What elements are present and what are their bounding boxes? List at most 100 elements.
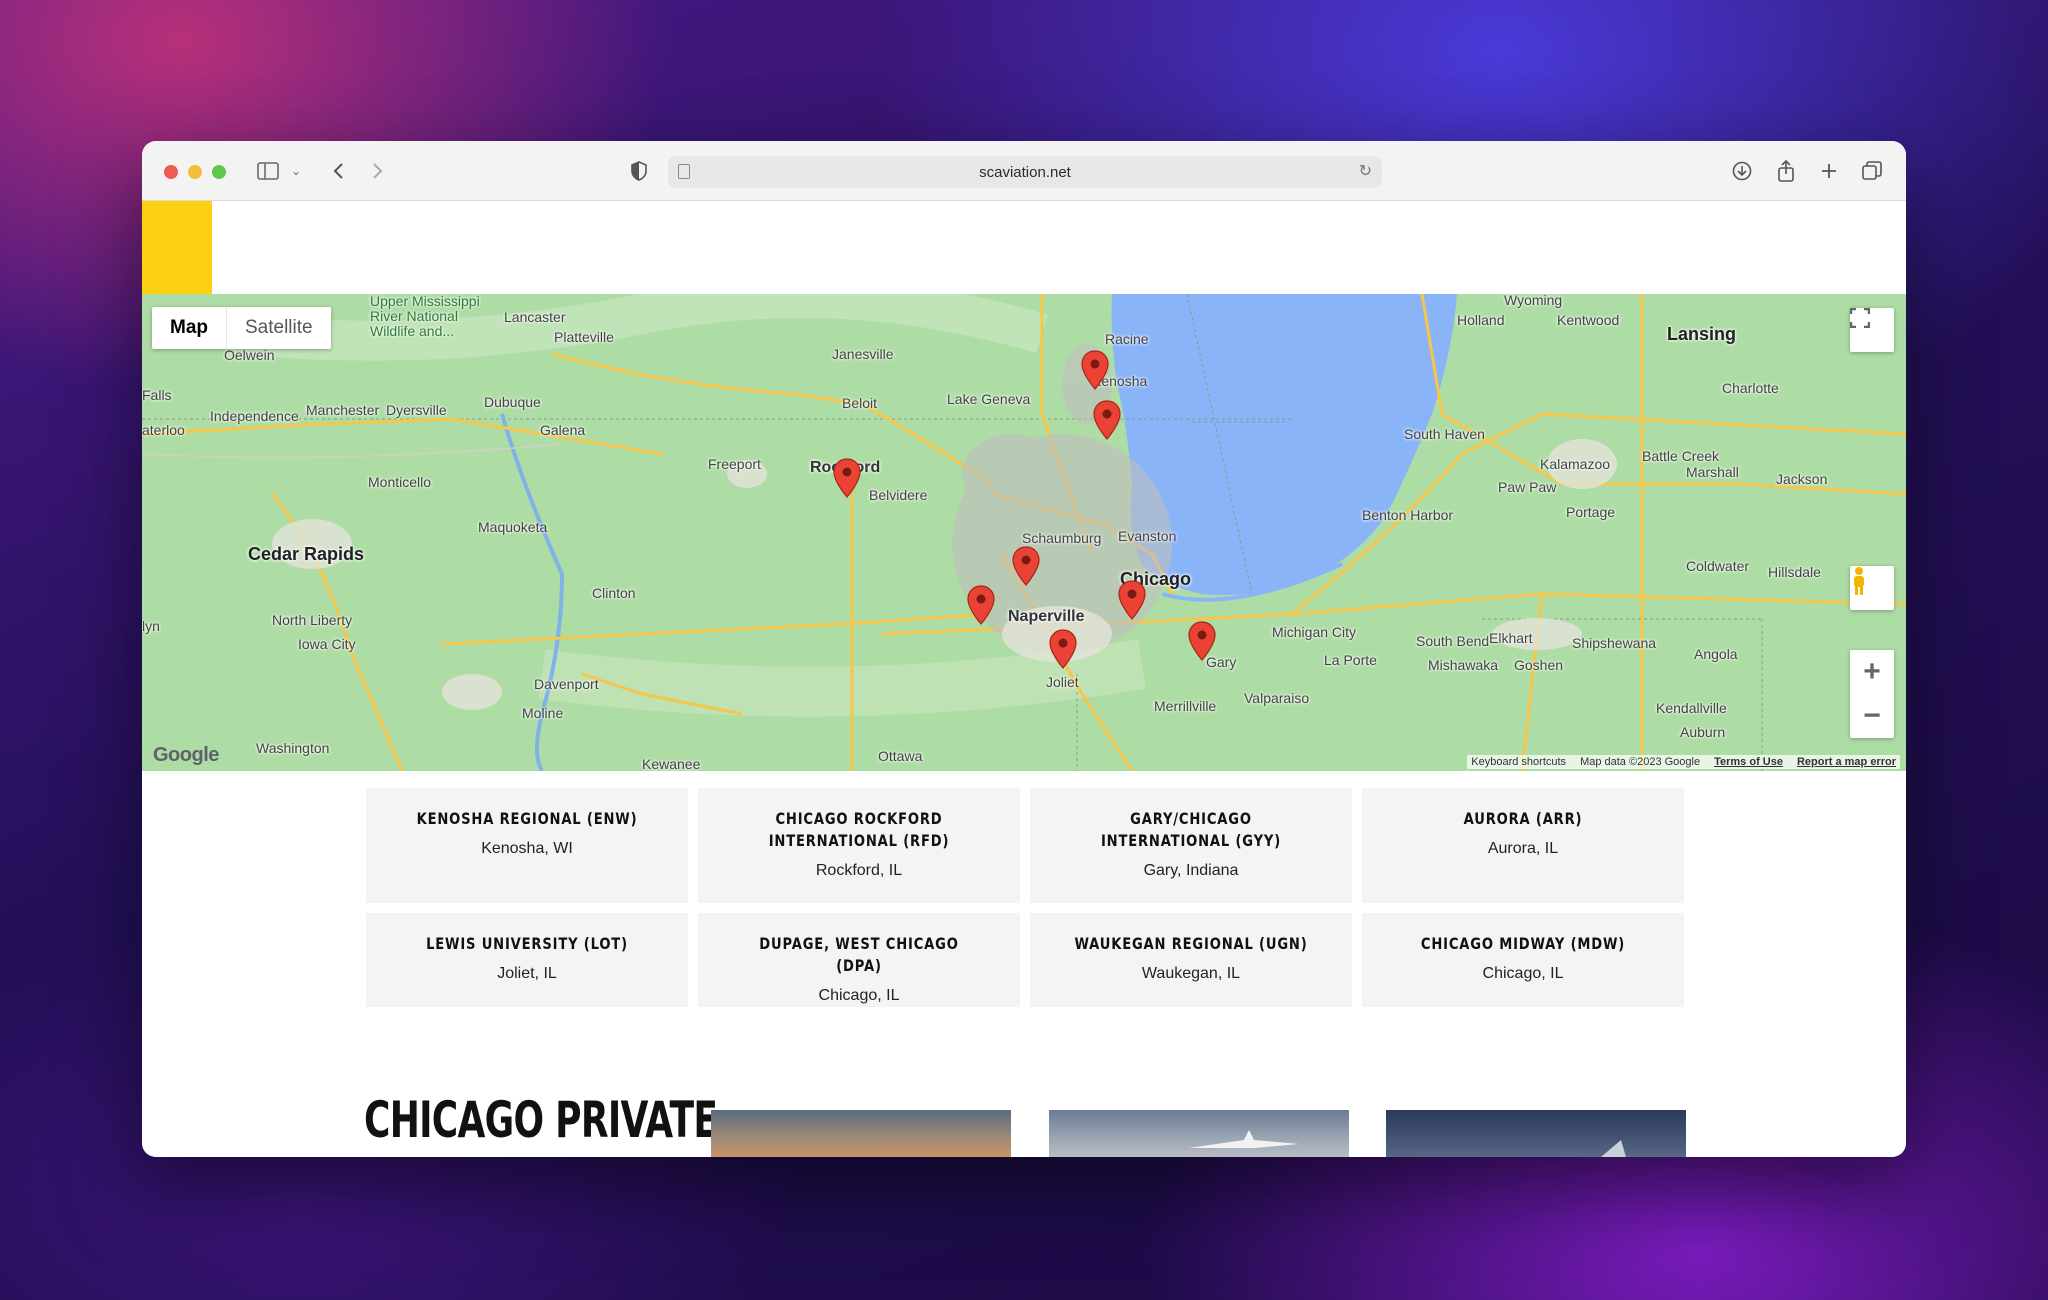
fullscreen-icon[interactable] xyxy=(1850,308,1894,352)
map-label: Iowa City xyxy=(298,636,356,652)
zoom-control: + − xyxy=(1850,650,1894,738)
address-bar[interactable]: scaviation.net ↻ xyxy=(668,156,1382,188)
page-icon xyxy=(678,164,690,179)
map-label: Naperville xyxy=(1008,608,1085,625)
download-icon[interactable] xyxy=(1728,157,1756,185)
back-icon[interactable] xyxy=(324,157,352,185)
airport-name: LEWIS UNIVERSITY (LOT) xyxy=(426,934,628,953)
airport-location: Aurora, IL xyxy=(1487,840,1559,857)
airport-marker[interactable] xyxy=(1092,400,1122,440)
privacy-shield-icon[interactable] xyxy=(625,157,653,185)
close-window-button[interactable] xyxy=(164,165,178,179)
jet-photo-thumbnail[interactable] xyxy=(1386,1110,1686,1157)
airport-card[interactable]: CHICAGO MIDWAY (MDW) Chicago, IL xyxy=(1362,913,1684,1007)
airport-map[interactable]: Lansing Wyoming Holland Kentwood Racine … xyxy=(142,294,1906,771)
google-logo: Google xyxy=(153,744,219,766)
zoom-out-button[interactable]: − xyxy=(1850,694,1894,738)
map-label: Evanston xyxy=(1118,528,1177,544)
map-label: North Liberty xyxy=(272,612,353,628)
map-label: Clinton xyxy=(592,585,636,601)
map-label: Charlotte xyxy=(1722,380,1779,396)
airport-name: WAUKEGAN REGIONAL (UGN) xyxy=(1074,934,1308,953)
map-label: Moline xyxy=(522,705,564,721)
logo-block[interactable] xyxy=(142,201,212,294)
map-label: Washington xyxy=(256,740,330,756)
maximize-window-button[interactable] xyxy=(212,165,226,179)
map-label: Falls xyxy=(142,387,172,403)
sidebar-icon[interactable] xyxy=(254,157,282,185)
tab-overview-icon[interactable] xyxy=(1858,157,1886,185)
map-label: Kalamazoo xyxy=(1540,456,1611,472)
airport-location: Chicago, IL xyxy=(818,987,900,1004)
report-map-error-link[interactable]: Report a map error xyxy=(1797,756,1896,768)
airport-marker[interactable] xyxy=(966,585,996,625)
airport-grid: KENOSHA REGIONAL (ENW) Kenosha, WI CHICA… xyxy=(366,788,1686,1007)
map-label: Marshall xyxy=(1686,464,1739,480)
airport-location: Waukegan, IL xyxy=(1141,965,1241,982)
map-label: Michigan City xyxy=(1272,624,1357,640)
airport-name: KENOSHA REGIONAL (ENW) xyxy=(416,809,638,828)
browser-toolbar: ⌄ scaviation.net ↻ xyxy=(142,141,1906,201)
map-label: Lansing xyxy=(1667,324,1737,344)
map-label: Maquoketa xyxy=(478,519,548,535)
jet-photo-thumbnail[interactable] xyxy=(711,1110,1011,1157)
map-label: Upper Mississippi River National Wildlif… xyxy=(370,294,480,339)
airport-name: CHICAGO MIDWAY (MDW) xyxy=(1420,934,1626,953)
airport-location: Chicago, IL xyxy=(1482,965,1564,982)
airport-location: Rockford, IL xyxy=(815,862,903,879)
airport-marker[interactable] xyxy=(832,458,862,498)
airport-marker[interactable] xyxy=(1187,621,1217,661)
share-icon[interactable] xyxy=(1772,157,1800,185)
chevron-down-icon[interactable]: ⌄ xyxy=(282,157,310,185)
map-label: Goshen xyxy=(1514,657,1564,673)
jet-photo-thumbnail[interactable] xyxy=(1049,1110,1349,1157)
map-data-text: Map data ©2023 Google xyxy=(1580,756,1701,768)
airport-card[interactable]: WAUKEGAN REGIONAL (UGN) Waukegan, IL xyxy=(1030,913,1352,1007)
airport-card[interactable]: CHICAGO ROCKFORD INTERNATIONAL (RFD) Roc… xyxy=(698,788,1020,903)
airport-card[interactable]: LEWIS UNIVERSITY (LOT) Joliet, IL xyxy=(366,913,688,1007)
pegman-icon[interactable] xyxy=(1850,566,1894,610)
airport-marker[interactable] xyxy=(1011,546,1041,586)
map-label: Lancaster xyxy=(504,309,566,325)
map-label: Elkhart xyxy=(1489,630,1533,646)
keyboard-shortcuts-link[interactable]: Keyboard shortcuts xyxy=(1471,756,1566,768)
minimize-window-button[interactable] xyxy=(188,165,202,179)
airport-marker[interactable] xyxy=(1080,350,1110,390)
map-label: Angola xyxy=(1694,646,1738,662)
map-label: Battle Creek xyxy=(1642,448,1720,464)
airport-card[interactable]: AURORA (ARR) Aurora, IL xyxy=(1362,788,1684,903)
map-label: Auburn xyxy=(1680,724,1726,740)
map-label: Kendallville xyxy=(1656,700,1727,716)
section-title: CHICAGO PRIVATE xyxy=(364,1091,718,1149)
map-label: Valparaiso xyxy=(1244,690,1310,706)
airport-location: Gary, Indiana xyxy=(1143,862,1239,879)
map-label: Kentwood xyxy=(1557,312,1620,328)
map-label: Monticello xyxy=(368,474,432,490)
airport-marker[interactable] xyxy=(1048,629,1078,669)
map-label: Cedar Rapids xyxy=(248,544,365,564)
airport-marker[interactable] xyxy=(1117,580,1147,620)
map-label: Coldwater xyxy=(1686,558,1750,574)
map-label: Portage xyxy=(1566,504,1616,520)
map-type-map-button[interactable]: Map xyxy=(152,307,227,349)
airport-card[interactable]: DUPAGE, WEST CHICAGO (DPA) Chicago, IL xyxy=(698,913,1020,1007)
map-label: South Haven xyxy=(1404,426,1485,442)
airport-location: Joliet, IL xyxy=(497,965,557,982)
new-tab-icon[interactable] xyxy=(1815,157,1843,185)
map-type-satellite-button[interactable]: Satellite xyxy=(227,307,331,349)
terms-of-use-link[interactable]: Terms of Use xyxy=(1714,756,1783,768)
page-content: Lansing Wyoming Holland Kentwood Racine … xyxy=(142,201,1906,1157)
airport-name: CHICAGO ROCKFORD INTERNATIONAL (RFD) xyxy=(768,809,950,850)
map-label: aterloo xyxy=(142,422,185,438)
airport-card[interactable]: GARY/CHICAGO INTERNATIONAL (GYY) Gary, I… xyxy=(1030,788,1352,903)
map-label: Dubuque xyxy=(484,394,541,410)
map-label: Lake Geneva xyxy=(947,391,1031,407)
reload-icon[interactable]: ↻ xyxy=(1359,161,1372,181)
map-attribution: Keyboard shortcuts Map data ©2023 Google… xyxy=(1467,755,1900,769)
airport-name: AURORA (ARR) xyxy=(1463,809,1583,828)
airport-card[interactable]: KENOSHA REGIONAL (ENW) Kenosha, WI xyxy=(366,788,688,903)
map-label: Mishawaka xyxy=(1428,657,1499,673)
zoom-in-button[interactable]: + xyxy=(1850,650,1894,694)
map-label: Schaumburg xyxy=(1022,530,1102,546)
forward-icon[interactable] xyxy=(364,157,392,185)
